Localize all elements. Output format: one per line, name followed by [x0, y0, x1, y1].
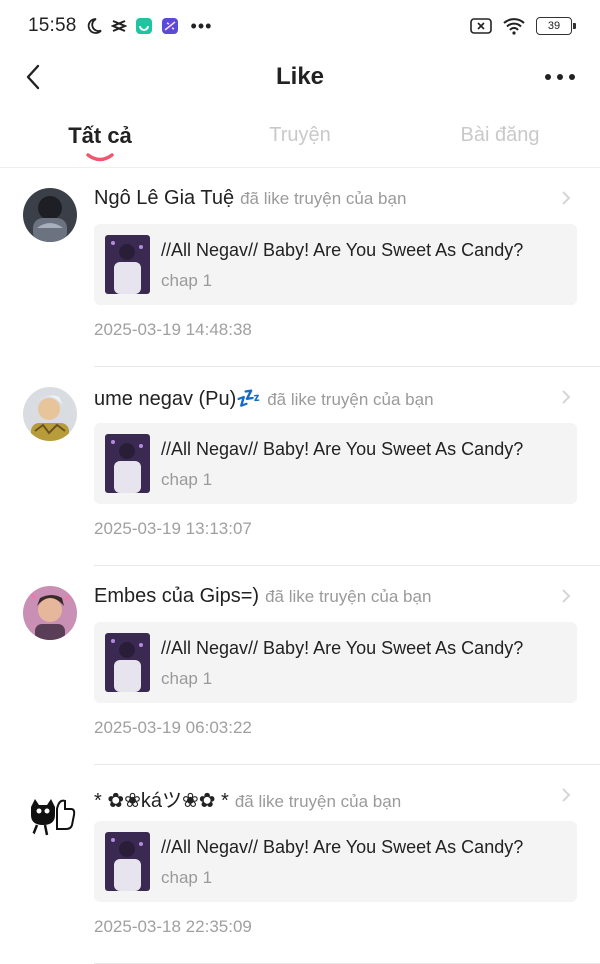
story-title: //All Negav// Baby! Are You Sweet As Can…	[161, 837, 524, 857]
chapter-label: chap 1	[161, 868, 213, 887]
action-text: đã like truyện của bạn	[240, 189, 407, 208]
avatar[interactable]	[23, 188, 77, 242]
action-text: đã like truyện của bạn	[265, 587, 432, 606]
wifi-icon	[502, 17, 526, 35]
tab-posts[interactable]: Bài đăng	[400, 112, 600, 168]
chapter-label: chap 1	[161, 470, 213, 489]
chevron-right-icon	[562, 390, 571, 404]
page-title: Like	[275, 63, 325, 90]
story-cover-image	[105, 235, 150, 294]
user-line: Embes của Gips=) đã like truyện của bạn	[94, 585, 560, 608]
tab-all[interactable]: Tất cả	[0, 112, 200, 168]
story-cover-image	[105, 434, 150, 493]
timestamp: 2025-03-19 06:03:22	[94, 718, 252, 737]
list-item[interactable]: Embes của Gips=) đã like truyện của bạn …	[0, 566, 600, 765]
list-item[interactable]: * ✿❀káツ❀✿ * đã like truyện của bạn //All…	[0, 765, 600, 964]
chevron-right-icon	[562, 589, 571, 603]
status-left: 15:58 •••	[28, 15, 212, 37]
back-button[interactable]	[18, 62, 48, 92]
no-sim-icon	[470, 17, 492, 35]
user-line: ume negav (Pu)💤 đã like truyện của bạn	[94, 386, 560, 411]
list-item[interactable]: ume negav (Pu)💤 đã like truyện của bạn /…	[0, 367, 600, 566]
story-title: //All Negav// Baby! Are You Sweet As Can…	[161, 240, 524, 260]
user-line: Ngô Lê Gia Tuệ đã like truyện của bạn	[94, 187, 560, 210]
header: Like	[0, 52, 600, 102]
chevron-right-icon	[562, 191, 571, 205]
story-cover-image	[105, 832, 150, 891]
username[interactable]: Embes của Gips=)	[94, 585, 259, 608]
avatar[interactable]	[23, 387, 77, 441]
back-arrow-icon	[26, 64, 40, 90]
tab-posts-label: Bài đăng	[460, 124, 540, 146]
status-right: 39	[470, 17, 576, 35]
status-bar: 15:58 ••• 39	[0, 0, 600, 52]
more-options-button[interactable]	[542, 64, 578, 90]
story-card[interactable]: //All Negav// Baby! Are You Sweet As Can…	[94, 224, 577, 305]
action-text: đã like truyện của bạn	[234, 792, 402, 811]
avatar[interactable]	[23, 586, 77, 640]
story-card[interactable]: //All Negav// Baby! Are You Sweet As Can…	[94, 821, 577, 902]
user-line: * ✿❀káツ❀✿ * đã like truyện của bạn	[94, 784, 560, 813]
active-tab-indicator	[86, 153, 114, 162]
tab-bar: Tất cả Truyện Bài đăng	[0, 112, 600, 168]
galaxy-app-icon	[161, 17, 179, 35]
status-time: 15:58	[28, 15, 77, 36]
timestamp: 2025-03-19 13:13:07	[94, 519, 252, 538]
story-title: //All Negav// Baby! Are You Sweet As Can…	[161, 638, 524, 658]
chevron-right-icon	[562, 788, 571, 802]
moon-icon	[85, 17, 103, 35]
chapter-label: chap 1	[161, 669, 213, 688]
chapter-label: chap 1	[161, 271, 213, 290]
username[interactable]: * ✿❀káツ❀✿ *	[94, 784, 229, 813]
tab-all-label: Tất cả	[68, 123, 132, 148]
username[interactable]: ume negav (Pu)💤	[94, 386, 261, 411]
timestamp: 2025-03-18 22:35:09	[94, 917, 252, 936]
story-title: //All Negav// Baby! Are You Sweet As Can…	[161, 439, 524, 459]
like-notification-list: Ngô Lê Gia Tuệ đã like truyện của bạn //…	[0, 168, 600, 964]
more-notifications-icon: •••	[190, 15, 213, 36]
capcut-icon	[110, 19, 127, 33]
app-notification-icon	[135, 17, 153, 35]
tab-stories-label: Truyện	[269, 124, 331, 146]
story-card[interactable]: //All Negav// Baby! Are You Sweet As Can…	[94, 423, 577, 504]
battery-indicator: 39	[536, 17, 576, 35]
tab-stories[interactable]: Truyện	[200, 112, 400, 168]
more-dots-icon	[545, 74, 575, 80]
story-cover-image	[105, 633, 150, 692]
list-item[interactable]: Ngô Lê Gia Tuệ đã like truyện của bạn //…	[0, 168, 600, 367]
action-text: đã like truyện của bạn	[267, 390, 434, 409]
timestamp: 2025-03-19 14:48:38	[94, 320, 252, 339]
avatar[interactable]	[23, 785, 77, 839]
story-card[interactable]: //All Negav// Baby! Are You Sweet As Can…	[94, 622, 577, 703]
username[interactable]: Ngô Lê Gia Tuệ	[94, 187, 234, 210]
